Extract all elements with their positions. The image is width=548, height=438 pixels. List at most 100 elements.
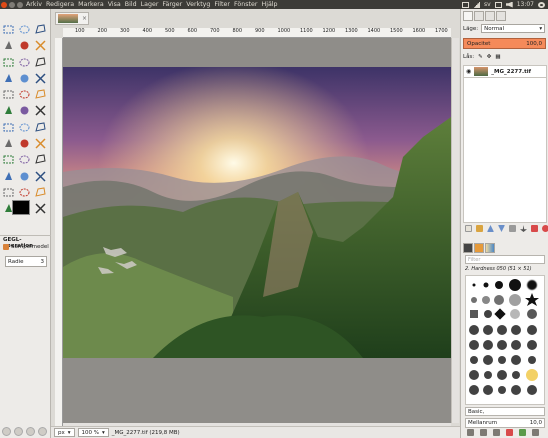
flip-icon[interactable] xyxy=(1,121,15,134)
network-icon[interactable] xyxy=(473,1,481,8)
ink-icon[interactable] xyxy=(1,170,15,183)
tab-channels[interactable] xyxy=(474,11,484,21)
delete-layer-button[interactable] xyxy=(542,225,548,232)
tab-patterns[interactable] xyxy=(474,243,484,253)
clock[interactable]: 13:07 xyxy=(517,1,534,8)
new-brush-button[interactable] xyxy=(480,429,487,436)
pencil-icon[interactable] xyxy=(33,137,47,150)
vertical-ruler[interactable] xyxy=(55,38,63,429)
lower-layer-button[interactable] xyxy=(498,225,505,232)
horizontal-ruler[interactable]: 100 200 300 400 500 600 700 800 900 1000 1100 1200 1… xyxy=(63,28,451,38)
perspective-icon[interactable] xyxy=(33,104,47,117)
new-layer-button[interactable] xyxy=(465,225,472,232)
cage-icon[interactable] xyxy=(17,121,31,134)
mode-select[interactable]: Normal ▾ xyxy=(481,24,546,33)
lock-alpha-icon[interactable]: ▦ xyxy=(495,54,500,60)
airbrush-icon[interactable] xyxy=(33,153,47,166)
menu-filter[interactable]: Filter xyxy=(214,0,230,9)
opacity-slider[interactable]: Opacitet 100,0 xyxy=(463,38,546,49)
keyboard-language[interactable]: sv xyxy=(484,1,491,8)
layer-name[interactable]: _MG_2277.tif xyxy=(491,69,531,75)
delete-options-button[interactable] xyxy=(26,427,35,436)
menu-lager[interactable]: Lager xyxy=(141,0,159,9)
scissors-select-icon[interactable] xyxy=(33,39,47,52)
brush-menu-button[interactable] xyxy=(532,429,539,436)
radius-spinner[interactable]: Radie 3 xyxy=(5,256,47,267)
mask-layer-button[interactable] xyxy=(531,225,538,232)
new-layer-group-button[interactable] xyxy=(476,225,483,232)
close-tab-icon[interactable]: × xyxy=(82,15,87,22)
scale-icon[interactable] xyxy=(1,104,15,117)
move-icon[interactable] xyxy=(33,72,47,85)
rect-select-icon[interactable] xyxy=(1,23,15,36)
text-icon[interactable] xyxy=(33,121,47,134)
opacity-value[interactable]: 100,0 xyxy=(526,41,542,47)
minimize-window-icon[interactable] xyxy=(9,1,15,8)
foreground-color-swatch[interactable] xyxy=(12,200,30,215)
battery-icon[interactable] xyxy=(494,1,502,8)
edit-brush-button[interactable] xyxy=(467,429,474,436)
paintbrush-icon[interactable] xyxy=(1,153,15,166)
align-icon[interactable] xyxy=(1,88,15,101)
session-gear-icon[interactable] xyxy=(538,1,545,8)
tab-layers[interactable] xyxy=(463,11,473,21)
menu-bild[interactable]: Bild xyxy=(125,0,137,9)
zoom-icon[interactable] xyxy=(1,72,15,85)
reset-options-button[interactable] xyxy=(38,427,47,436)
clone-icon[interactable] xyxy=(17,170,31,183)
spacing-value[interactable]: 10,0 xyxy=(530,420,542,426)
delete-brush-button[interactable] xyxy=(506,429,513,436)
brush-swatches[interactable] xyxy=(466,276,544,404)
image-tab[interactable]: × xyxy=(55,12,89,25)
duplicate-brush-button[interactable] xyxy=(493,429,500,436)
measure-icon[interactable] xyxy=(17,72,31,85)
maximize-window-icon[interactable] xyxy=(17,1,23,8)
tab-paths[interactable] xyxy=(485,11,495,21)
menu-hjalp[interactable]: Hjälp xyxy=(261,0,277,9)
ellipse-select-icon[interactable] xyxy=(17,23,31,36)
duplicate-layer-button[interactable] xyxy=(509,225,516,232)
lock-position-icon[interactable]: ✥ xyxy=(487,54,492,60)
color-select-icon[interactable] xyxy=(17,39,31,52)
crop-icon[interactable] xyxy=(17,88,31,101)
menu-redigera[interactable]: Redigera xyxy=(46,0,74,9)
menu-verktyg[interactable]: Verktyg xyxy=(186,0,210,9)
blend-icon[interactable] xyxy=(17,137,31,150)
refresh-brushes-button[interactable] xyxy=(519,429,526,436)
bucket-fill-icon[interactable] xyxy=(1,137,15,150)
unit-select[interactable]: px ▾ xyxy=(54,428,75,437)
radius-value[interactable]: 3 xyxy=(41,259,45,265)
vertical-scrollbar[interactable] xyxy=(451,38,459,423)
foreground-select-icon[interactable] xyxy=(1,56,15,69)
save-options-button[interactable] xyxy=(2,427,11,436)
paths-icon[interactable] xyxy=(17,56,31,69)
brush-preset-select[interactable]: Basic, xyxy=(465,407,545,416)
brush-filter-input[interactable]: Filter xyxy=(465,255,545,264)
close-window-icon[interactable] xyxy=(1,1,7,8)
shear-icon[interactable] xyxy=(17,104,31,117)
anchor-layer-button[interactable] xyxy=(520,225,527,232)
volume-icon[interactable] xyxy=(505,1,513,8)
tab-gradients[interactable] xyxy=(485,243,495,253)
menu-visa[interactable]: Visa xyxy=(108,0,121,9)
tab-undo[interactable] xyxy=(496,11,506,21)
menu-arkiv[interactable]: Arkiv xyxy=(26,0,42,9)
layer-item[interactable]: ◉ _MG_2277.tif xyxy=(463,65,547,78)
rotate-icon[interactable] xyxy=(33,88,47,101)
eye-icon[interactable]: ◉ xyxy=(466,68,471,75)
restore-options-button[interactable] xyxy=(14,427,23,436)
canvas-photo[interactable] xyxy=(63,67,451,358)
lock-pixels-icon[interactable]: ✎ xyxy=(478,54,483,60)
color-picker-icon[interactable] xyxy=(33,56,47,69)
raise-layer-button[interactable] xyxy=(487,225,494,232)
spacing-slider[interactable]: Mellanrum 10,0 xyxy=(465,418,545,428)
menu-markera[interactable]: Markera xyxy=(78,0,104,9)
mail-icon[interactable] xyxy=(462,1,470,8)
heal-icon[interactable] xyxy=(33,170,47,183)
brush-grid[interactable] xyxy=(465,275,545,405)
tab-brushes[interactable] xyxy=(463,243,473,253)
zoom-select[interactable]: 100 % ▾ xyxy=(77,428,109,437)
free-select-icon[interactable] xyxy=(33,23,47,36)
fuzzy-select-icon[interactable] xyxy=(1,39,15,52)
menu-fonster[interactable]: Fönster xyxy=(234,0,257,9)
